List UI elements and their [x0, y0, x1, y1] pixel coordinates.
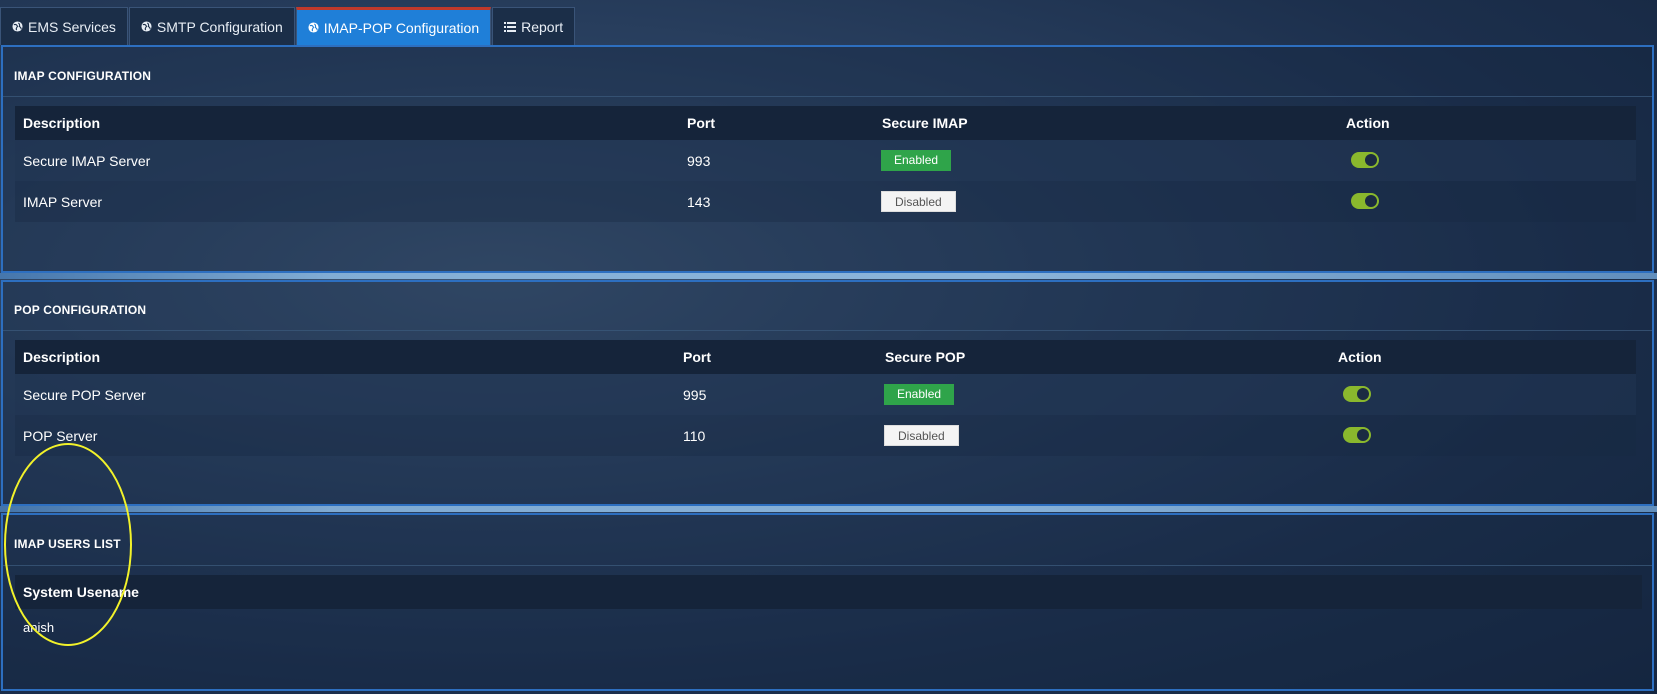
table-row: POP Server 110 Disabled [15, 415, 1636, 456]
header-secure: Secure IMAP [882, 115, 968, 131]
header-action: Action [1338, 349, 1382, 365]
panel-title: POP CONFIGURATION [14, 303, 147, 317]
tab-ems-services[interactable]: EMS Services [0, 7, 128, 45]
header-system-username: System Usename [23, 584, 139, 600]
imap-table: Description Port Secure IMAP Action Secu… [15, 106, 1636, 222]
pop-configuration-panel: POP CONFIGURATION Description Port Secur… [1, 280, 1654, 506]
tab-label: Report [521, 18, 564, 35]
tab-smtp-configuration[interactable]: SMTP Configuration [128, 7, 295, 45]
status-badge[interactable]: Enabled [881, 150, 952, 171]
pop-table: Description Port Secure POP Action Secur… [15, 340, 1636, 456]
header-port: Port [687, 115, 715, 131]
tab-label: SMTP Configuration [156, 18, 283, 35]
header-action: Action [1346, 115, 1390, 131]
row-port: 995 [683, 386, 707, 403]
table-row: anish [15, 609, 1642, 645]
action-toggle[interactable] [1343, 386, 1371, 402]
divider [3, 565, 1652, 566]
header-description: Description [23, 115, 101, 131]
row-port: 993 [687, 152, 711, 169]
row-description: IMAP Server [23, 193, 103, 210]
action-toggle[interactable] [1343, 427, 1371, 443]
action-toggle[interactable] [1351, 193, 1379, 209]
table-header: Description Port Secure POP Action [15, 340, 1636, 374]
row-description: Secure POP Server [23, 386, 146, 403]
status-badge[interactable]: Disabled [881, 191, 956, 212]
row-port: 110 [683, 427, 706, 444]
header-description: Description [23, 349, 101, 365]
action-toggle[interactable] [1351, 152, 1379, 168]
users-table: System Usename anish [15, 575, 1642, 645]
row-description: POP Server [23, 427, 98, 444]
divider [3, 330, 1652, 331]
username-cell: anish [23, 619, 55, 635]
globe-icon [141, 21, 152, 32]
tab-report[interactable]: Report [492, 7, 576, 45]
imap-configuration-panel: IMAP CONFIGURATION Description Port Secu… [1, 45, 1654, 273]
panel-title: IMAP USERS LIST [14, 537, 121, 551]
table-row: Secure IMAP Server 993 Enabled [15, 140, 1636, 181]
row-description: Secure IMAP Server [23, 152, 151, 169]
tab-imap-pop-configuration[interactable]: IMAP-POP Configuration [295, 7, 492, 45]
tab-label: IMAP-POP Configuration [323, 19, 480, 36]
globe-icon [12, 21, 23, 32]
status-badge[interactable]: Disabled [884, 425, 959, 446]
panel-title: IMAP CONFIGURATION [14, 69, 152, 83]
header-port: Port [683, 349, 711, 365]
header-secure: Secure POP [885, 349, 966, 365]
divider [0, 506, 1657, 512]
imap-users-list-panel: IMAP USERS LIST System Usename anish [1, 513, 1654, 691]
globe-icon [308, 22, 319, 33]
table-header: System Usename [15, 575, 1642, 609]
tab-bar: EMS Services SMTP Configuration IMAP-POP… [0, 7, 576, 45]
list-icon [504, 21, 517, 32]
divider [3, 96, 1652, 97]
tab-label: EMS Services [28, 18, 116, 35]
divider [0, 273, 1657, 279]
table-header: Description Port Secure IMAP Action [15, 106, 1636, 140]
table-row: Secure POP Server 995 Enabled [15, 374, 1636, 415]
status-badge[interactable]: Enabled [884, 384, 955, 405]
table-row: IMAP Server 143 Disabled [15, 181, 1636, 222]
row-port: 143 [687, 193, 711, 210]
